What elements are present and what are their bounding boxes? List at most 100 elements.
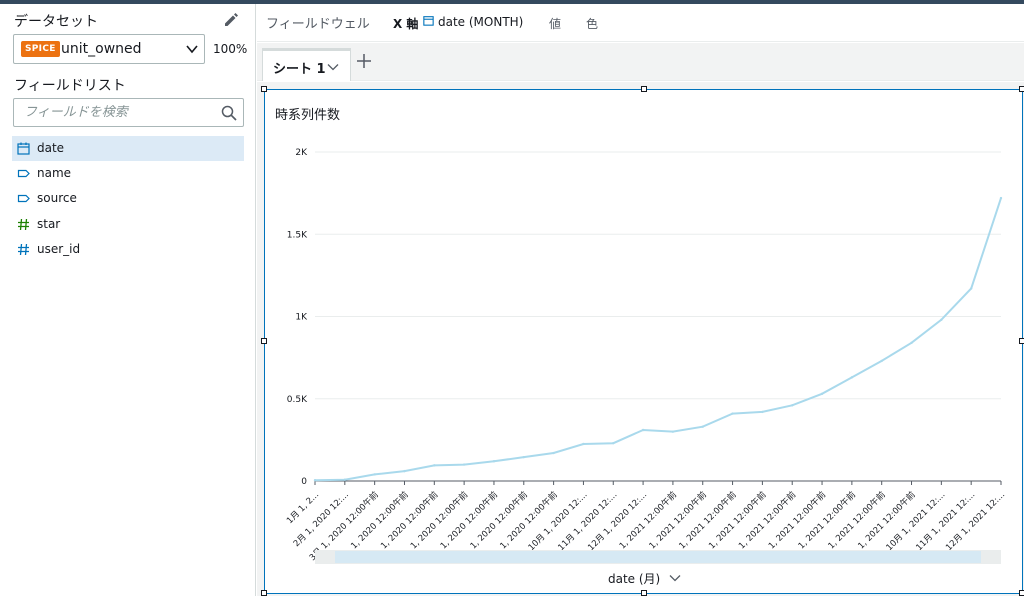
data-point bbox=[403, 469, 406, 473]
resize-handle-top[interactable] bbox=[641, 86, 647, 92]
x-tick-label: 2月 1, 2020 12:... bbox=[292, 490, 351, 549]
x-tick-label: 1, 2021 12:00午前 bbox=[677, 489, 739, 551]
dimension-tag-icon bbox=[17, 195, 30, 203]
x-tick-label: 1, 2021 12:00午前 bbox=[766, 489, 828, 551]
measure-hash-icon bbox=[18, 243, 29, 255]
spice-percent: 100% bbox=[213, 42, 248, 56]
data-point bbox=[910, 341, 913, 345]
data-point bbox=[313, 478, 317, 482]
dimension-tag-icon bbox=[17, 170, 30, 178]
data-point bbox=[701, 425, 704, 428]
field-item-date[interactable]: date bbox=[12, 136, 244, 161]
data-point bbox=[641, 428, 645, 432]
y-tick-label: 1.5K bbox=[287, 230, 308, 240]
field-list: date name source star user_id bbox=[12, 136, 244, 262]
x-axis-field-chip[interactable]: date (MONTH) bbox=[438, 15, 523, 29]
x-tick-label: 1, 2020 12:00午前 bbox=[438, 489, 500, 551]
tab-label: シート 1 bbox=[273, 62, 326, 77]
search-icon[interactable] bbox=[221, 105, 237, 121]
chart-scroll-thumb[interactable] bbox=[335, 551, 981, 563]
field-item-name[interactable]: name bbox=[12, 161, 244, 186]
dataset-name: unit_owned bbox=[61, 41, 142, 57]
x-tick-label: 1, 2021 12:00午前 bbox=[617, 489, 679, 551]
x-tick-label: 1, 2021 12:00午前 bbox=[796, 489, 858, 551]
add-sheet-icon[interactable] bbox=[355, 52, 373, 70]
data-point bbox=[373, 473, 376, 476]
line-chart-visual[interactable]: 時系列件数 0 0.5K 1K 1.5K 2K 1月 1, 2... 2月 1, 2020 … bbox=[264, 89, 1023, 594]
x-tick-label: 1, 2020 12:00午前 bbox=[468, 489, 530, 551]
x-axis-well-label[interactable]: X 軸 bbox=[393, 15, 418, 32]
y-tick-label: 0 bbox=[301, 477, 307, 487]
field-item-source[interactable]: source bbox=[12, 186, 244, 211]
field-label: date bbox=[37, 141, 65, 155]
calendar-icon bbox=[423, 16, 434, 26]
chevron-down-icon bbox=[186, 45, 198, 54]
x-tick-label: 1, 2020 12:00午前 bbox=[498, 489, 560, 551]
line-chart: 00.5K1K1.5K2K1月 1, 2...2月 1, 2020 12:...… bbox=[285, 148, 1007, 563]
data-point bbox=[731, 412, 734, 415]
resize-handle-top-right[interactable] bbox=[1019, 86, 1024, 92]
x-tick-label: 1, 2021 12:00午前 bbox=[736, 489, 798, 551]
field-wells-bar: フィールドウェル X 軸 date (MONTH) 値 色 bbox=[257, 4, 1024, 42]
calendar-icon bbox=[17, 142, 30, 155]
chart-scrollbar[interactable] bbox=[315, 550, 1001, 564]
y-tick-label: 2K bbox=[295, 148, 308, 158]
tab-sheet-1[interactable]: シート 1 bbox=[262, 48, 351, 81]
value-well-label[interactable]: 値 bbox=[549, 15, 561, 32]
data-point bbox=[761, 410, 764, 414]
pencil-icon[interactable] bbox=[222, 10, 240, 28]
field-wells-title[interactable]: フィールドウェル bbox=[266, 13, 370, 32]
dataset-dropdown[interactable]: SPICE unit_owned bbox=[13, 34, 205, 64]
field-search-box bbox=[13, 98, 244, 127]
field-search-input[interactable] bbox=[14, 99, 214, 126]
data-point bbox=[791, 404, 794, 407]
x-tick-label: 1, 2020 12:00午前 bbox=[378, 489, 440, 551]
dataset-title: データセット bbox=[14, 14, 98, 30]
data-point bbox=[522, 455, 525, 459]
x-tick-label: 1, 2020 12:00午前 bbox=[349, 489, 411, 551]
data-point bbox=[492, 460, 496, 463]
x-tick-label: 12月 1, 2021 12:... bbox=[944, 490, 1007, 553]
data-point bbox=[940, 318, 943, 321]
x-tick-label: 1, 2021 12:00午前 bbox=[647, 489, 709, 551]
field-label: source bbox=[37, 191, 77, 206]
resize-handle-left[interactable] bbox=[261, 338, 267, 344]
spice-badge: SPICE bbox=[21, 41, 60, 57]
data-point bbox=[343, 478, 347, 481]
measure-hash-icon bbox=[18, 218, 29, 230]
resize-handle-right[interactable] bbox=[1019, 338, 1024, 344]
data-point bbox=[462, 463, 466, 466]
resize-handle-bottom-right[interactable] bbox=[1019, 590, 1024, 596]
data-point bbox=[433, 464, 436, 467]
x-axis-title[interactable]: date (月) bbox=[608, 570, 660, 587]
data-point bbox=[671, 430, 675, 433]
x-tick-label: 1, 2021 12:00午前 bbox=[856, 489, 918, 551]
x-tick-label: 1, 2021 12:00午前 bbox=[826, 489, 888, 551]
series-line bbox=[314, 197, 1002, 482]
chevron-down-icon[interactable] bbox=[327, 63, 339, 71]
y-tick-label: 1K bbox=[295, 313, 308, 323]
resize-handle-bottom-left[interactable] bbox=[261, 590, 267, 596]
data-point bbox=[552, 451, 555, 455]
field-label: name bbox=[37, 166, 72, 181]
data-panel: データセット SPICE unit_owned 100% フィールドリスト da… bbox=[0, 4, 256, 596]
resize-handle-bottom[interactable] bbox=[641, 590, 647, 596]
data-point bbox=[969, 287, 973, 290]
data-point bbox=[850, 376, 854, 379]
resize-handle-top-left[interactable] bbox=[261, 86, 267, 92]
data-point bbox=[582, 442, 585, 446]
x-tick-label: 1, 2021 12:00午前 bbox=[707, 489, 769, 551]
field-list-title: フィールドリスト bbox=[14, 78, 126, 94]
field-label: user_id bbox=[37, 241, 81, 256]
data-point bbox=[880, 359, 883, 363]
data-point bbox=[612, 441, 615, 445]
x-tick-label: 1, 2020 12:00午前 bbox=[408, 489, 470, 551]
chevron-down-icon[interactable] bbox=[669, 574, 681, 582]
y-tick-label: 0.5K bbox=[287, 395, 308, 405]
field-item-user-id[interactable]: user_id bbox=[12, 237, 244, 262]
data-point bbox=[999, 196, 1003, 200]
field-label: star bbox=[37, 216, 61, 231]
field-item-star[interactable]: star bbox=[12, 212, 244, 237]
color-well-label[interactable]: 色 bbox=[586, 15, 598, 32]
sheet-tab-bar: シート 1 bbox=[257, 43, 1024, 81]
